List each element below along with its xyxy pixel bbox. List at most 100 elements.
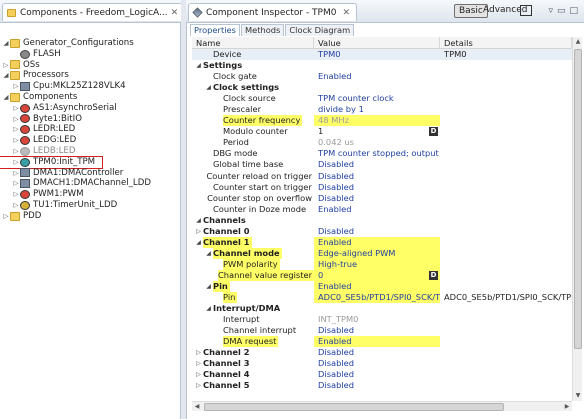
collapsed-icon[interactable]: ▷ <box>194 380 203 391</box>
scroll-down-icon[interactable]: ▼ <box>573 391 583 401</box>
horizontal-scrollbar[interactable]: ◀ ▶ <box>192 401 572 411</box>
tree-item-ledg[interactable]: ▷ LEDG:LED <box>0 135 181 146</box>
property-row[interactable]: Device TPM0 TPM0 <box>192 49 572 61</box>
property-value-cell[interactable] <box>314 215 440 226</box>
property-value-cell[interactable]: Disabled <box>314 347 440 358</box>
tab-properties[interactable]: Properties <box>190 24 240 36</box>
property-value-cell[interactable]: Enabled <box>314 71 440 82</box>
tree-item-tu1[interactable]: ▷ TU1:TimerUnit_LDD <box>0 200 181 211</box>
property-row[interactable]: ▷ Channel 0 Disabled <box>192 226 572 237</box>
collapsed-icon[interactable]: ▷ <box>194 358 203 369</box>
property-value-cell[interactable]: 48 MHz <box>314 115 440 127</box>
property-row[interactable]: ◢ Pin Enabled <box>192 280 572 293</box>
expanded-icon[interactable]: ◢ <box>194 60 203 71</box>
property-row[interactable]: Prescaler divide by 1 <box>192 104 572 115</box>
collapsed-icon[interactable]: ▷ <box>12 178 20 189</box>
property-row[interactable]: Counter reload on trigger Disabled <box>192 171 572 182</box>
tree-item-processors[interactable]: ◢ Processors <box>0 70 181 81</box>
property-row[interactable]: Counter frequency 48 MHz <box>192 115 572 127</box>
property-value-cell[interactable]: Disabled <box>314 369 440 380</box>
expanded-icon[interactable]: ◢ <box>204 281 213 292</box>
property-row[interactable]: Interrupt INT_TPM0 <box>192 314 572 325</box>
tree-item-byte1[interactable]: ▷ Byte1:BitIO <box>0 114 181 125</box>
collapsed-icon[interactable]: ▷ <box>12 189 20 200</box>
tree-item-ledr[interactable]: ▷ LEDR:LED <box>0 124 181 135</box>
expanded-icon[interactable]: ◢ <box>194 215 203 226</box>
property-value-cell[interactable]: ADC0_SE5b/PTD1/SPI0_SCK/TPM0_... <box>314 292 440 304</box>
collapsed-icon[interactable]: ▷ <box>194 369 203 380</box>
property-value-cell[interactable]: divide by 1 <box>314 104 440 115</box>
view-menu-icon[interactable]: ▿ <box>548 6 553 16</box>
tree-item-as1[interactable]: ▷ AS1:AsynchroSerial <box>0 103 181 114</box>
maximize-icon[interactable]: □ <box>569 6 578 16</box>
column-header-details[interactable]: Details <box>440 37 572 48</box>
collapsed-icon[interactable]: ▷ <box>12 124 20 135</box>
property-value-cell[interactable]: Disabled <box>314 380 440 391</box>
column-header-value[interactable]: Value <box>314 37 440 48</box>
property-row[interactable]: Pin ADC0_SE5b/PTD1/SPI0_SCK/TPM0_... ADC0_… <box>192 292 572 304</box>
property-row[interactable]: ◢ Channel 1 Enabled <box>192 236 572 248</box>
tree-item-flash[interactable]: FLASH <box>0 49 181 60</box>
property-value-cell[interactable]: TPM counter stopped; output pins ... <box>314 148 440 159</box>
property-row[interactable]: Counter stop on overflow Disabled <box>192 193 572 204</box>
property-row[interactable]: ▷ Channel 2 Disabled <box>192 347 572 358</box>
property-row[interactable]: Clock source TPM counter clock <box>192 93 572 104</box>
tree-item-pdd[interactable]: ▷ PDD <box>0 211 181 222</box>
property-value-cell[interactable]: Disabled <box>314 325 440 336</box>
property-value-cell[interactable]: 1D <box>314 126 440 137</box>
horizontal-scroll-thumb[interactable] <box>204 403 504 411</box>
tree-item-components[interactable]: ◢ Components <box>0 92 181 103</box>
property-value-cell[interactable]: Enabled <box>314 204 440 215</box>
property-value-cell[interactable]: Disabled <box>314 193 440 204</box>
property-value-cell[interactable]: Disabled <box>314 171 440 182</box>
scroll-right-icon[interactable]: ▶ <box>562 402 572 412</box>
tree-item-dma1[interactable]: ▷ DMA1:DMAController <box>0 168 181 179</box>
tree-item-oss[interactable]: ▷ OSs <box>0 60 181 71</box>
scroll-left-icon[interactable]: ◀ <box>192 402 202 412</box>
property-row[interactable]: ◢ Interrupt/DMA <box>192 303 572 314</box>
expanded-icon[interactable]: ◢ <box>194 237 203 248</box>
property-value-cell[interactable]: Disabled <box>314 226 440 237</box>
tree-item-pwm1[interactable]: ▷ PWM1:PWM <box>0 189 181 200</box>
view-layout-icon[interactable] <box>520 5 532 16</box>
property-value-cell[interactable]: Enabled <box>314 236 440 248</box>
vertical-scrollbar[interactable]: ▲ ▼ <box>572 37 582 401</box>
scroll-up-icon[interactable]: ▲ <box>573 37 583 47</box>
property-row[interactable]: ▷ Channel 3 Disabled <box>192 358 572 369</box>
property-row[interactable]: DBG mode TPM counter stopped; output pins… <box>192 148 572 159</box>
property-value-cell[interactable]: TPM0 <box>314 49 440 60</box>
minimize-icon[interactable]: ▭ <box>557 6 566 16</box>
collapsed-icon[interactable]: ▷ <box>194 226 203 237</box>
tree-item-tpm0[interactable]: ▷ TPM0:Init_TPM <box>0 155 103 169</box>
property-value-cell[interactable]: Edge-aligned PWM <box>314 247 440 259</box>
property-row[interactable]: ◢ Clock settings <box>192 82 572 93</box>
collapsed-icon[interactable]: ▷ <box>194 347 203 358</box>
property-row[interactable]: Channel value register 0 D <box>192 269 572 281</box>
collapsed-icon[interactable]: ▷ <box>12 114 20 125</box>
property-value-cell[interactable]: Disabled <box>314 182 440 193</box>
property-value-cell[interactable] <box>314 303 440 314</box>
property-row[interactable]: ▷ Channel 4 Disabled <box>192 369 572 380</box>
collapsed-icon[interactable]: ▷ <box>12 168 20 179</box>
close-icon[interactable]: ✕ <box>342 8 350 18</box>
property-value-cell[interactable] <box>314 82 440 93</box>
property-row[interactable]: Modulo counter 1 D <box>192 126 572 137</box>
property-row[interactable]: ▷ Channel 5 Disabled <box>192 380 572 391</box>
close-icon[interactable]: ✕ <box>171 8 179 18</box>
property-value-cell[interactable]: High-true <box>314 258 440 270</box>
property-row[interactable]: Counter start on trigger Disabled <box>192 182 572 193</box>
property-value-cell[interactable] <box>314 60 440 71</box>
tab-clock-diagram[interactable]: Clock Diagram <box>285 24 355 36</box>
property-row[interactable]: DMA request Enabled <box>192 336 572 348</box>
property-value-cell[interactable]: INT_TPM0 <box>314 314 440 325</box>
expanded-icon[interactable]: ◢ <box>2 92 10 103</box>
collapsed-icon[interactable]: ▷ <box>12 200 20 211</box>
components-view-tab[interactable]: Components - Freedom_LogicA... ✕ <box>2 3 184 21</box>
property-row[interactable]: Global time base Disabled <box>192 159 572 170</box>
property-value-cell[interactable]: Enabled <box>314 336 440 348</box>
column-header-name[interactable]: Name <box>192 37 314 48</box>
collapsed-icon[interactable]: ▷ <box>2 60 10 71</box>
tree-item-generator-configurations[interactable]: ◢ Generator_Configurations <box>0 38 181 49</box>
property-value-cell[interactable]: 0.042 us <box>314 137 440 148</box>
value-format-button[interactable]: D <box>429 127 438 137</box>
